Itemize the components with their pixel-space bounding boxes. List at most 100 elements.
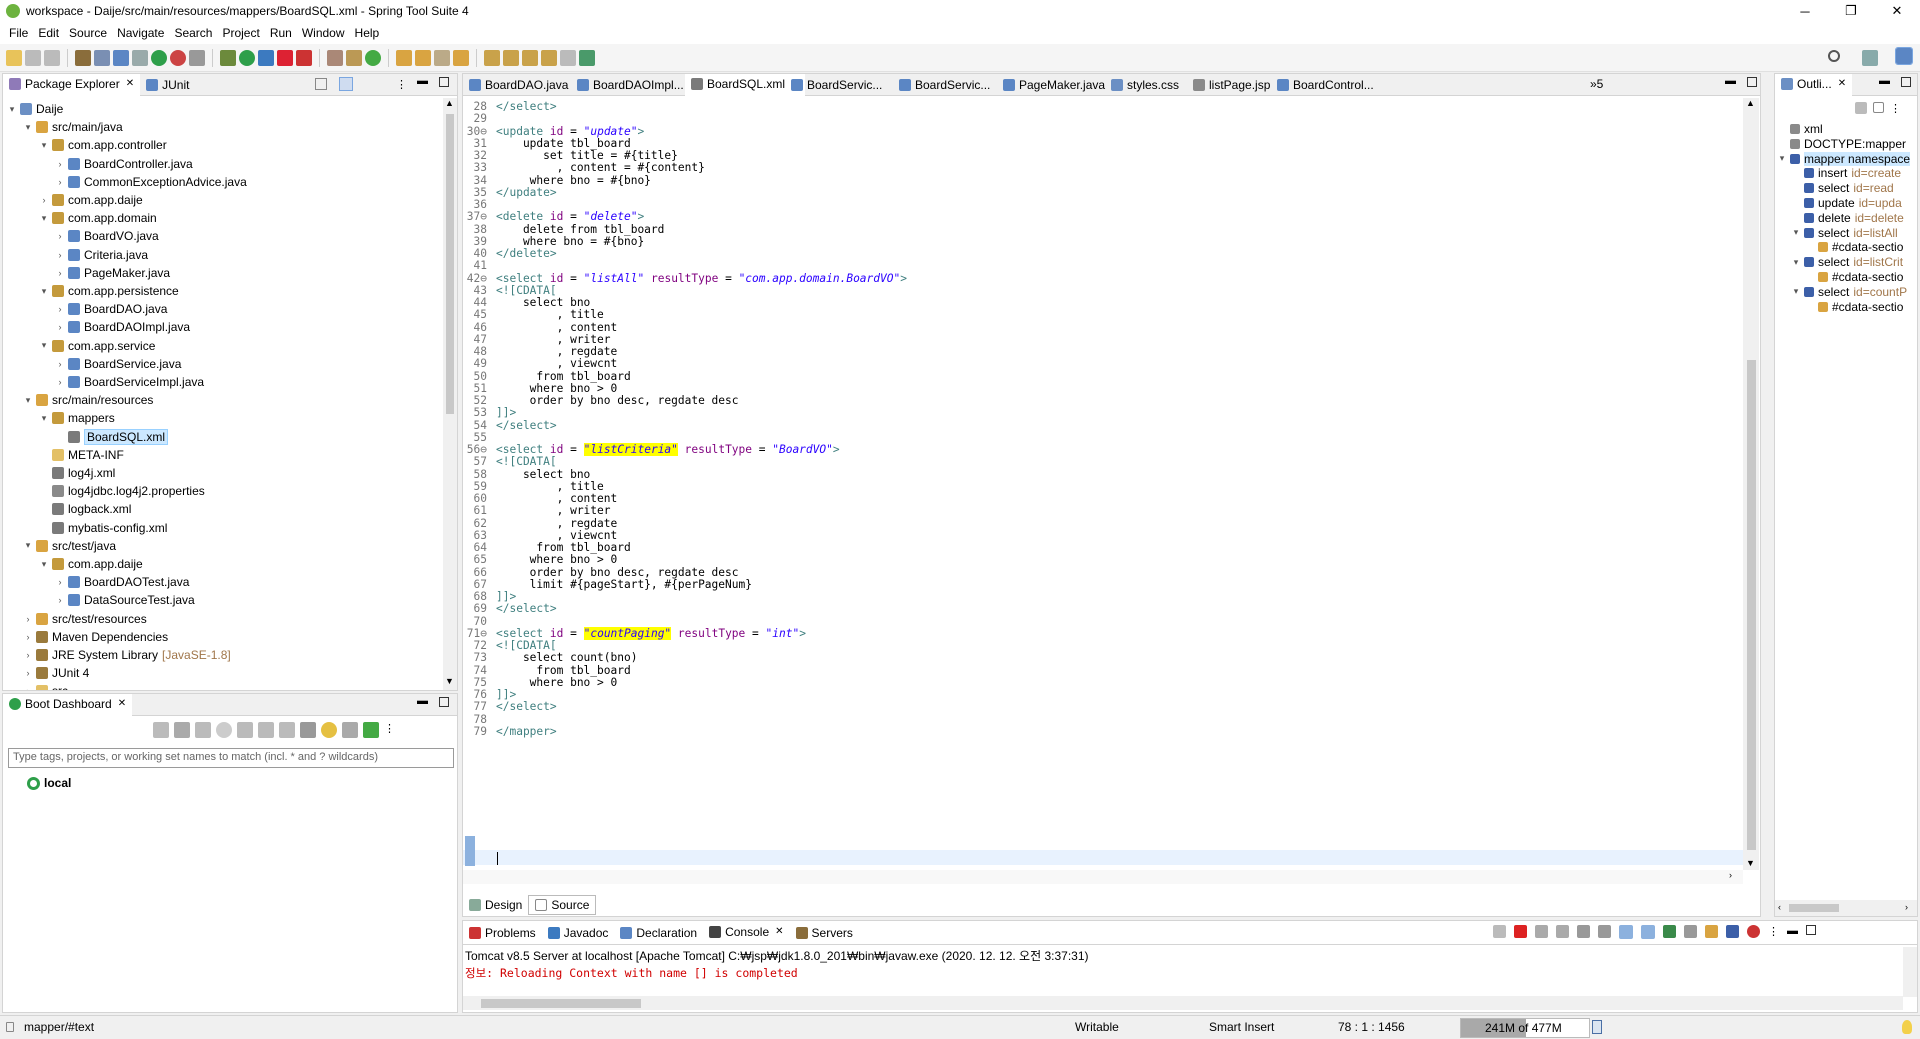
scrollbar-thumb[interactable] — [446, 114, 454, 414]
tab-overflow[interactable]: »5 — [1590, 77, 1603, 91]
editor-tab[interactable]: PageMaker.java — [997, 74, 1111, 96]
view-menu-icon[interactable]: ⋮ — [396, 78, 407, 91]
expand-toggle-icon[interactable]: › — [55, 359, 65, 369]
expand-toggle-icon[interactable]: › — [55, 595, 65, 605]
maximize-view-icon[interactable] — [439, 77, 449, 87]
new-server-icon[interactable] — [327, 49, 343, 66]
expand-toggle-icon[interactable]: ▾ — [39, 559, 49, 570]
tree-item[interactable]: › BoardVO.java — [55, 227, 159, 245]
expand-toggle-icon[interactable]: › — [55, 231, 65, 241]
open-console-icon[interactable] — [237, 722, 253, 738]
scroll-up-icon[interactable]: ▲ — [1746, 98, 1755, 108]
display-console-icon[interactable] — [1684, 925, 1697, 938]
tree-item[interactable]: ▾ src/main/resources — [23, 391, 154, 409]
pin-editor-icon[interactable] — [579, 49, 595, 66]
expand-toggle-icon[interactable]: › — [55, 577, 65, 587]
editor-tab[interactable]: BoardDAOImpl... — [571, 74, 690, 96]
tree-item[interactable]: › BoardDAO.java — [55, 300, 168, 318]
console-tab[interactable]: Declaration — [614, 922, 703, 944]
lightbulb-icon[interactable] — [1902, 1020, 1912, 1034]
show-stdout-icon[interactable] — [1619, 925, 1633, 939]
console-hscrollbar[interactable] — [463, 996, 1903, 1010]
stop-icon[interactable] — [277, 49, 293, 66]
menu-navigate[interactable]: Navigate — [112, 26, 169, 40]
edit-icon[interactable] — [279, 722, 295, 738]
tree-item[interactable]: ▾ src/test/java — [23, 537, 116, 555]
console-tab[interactable]: Problems — [463, 922, 542, 944]
clear-console-icon[interactable] — [1556, 925, 1569, 938]
search-icon[interactable] — [1828, 50, 1840, 62]
editor-hscrollbar[interactable]: › — [463, 870, 1743, 884]
close-icon[interactable]: ✕ — [118, 698, 126, 709]
boot-restart-icon[interactable] — [170, 49, 186, 66]
terminate-icon[interactable] — [1514, 925, 1527, 938]
tree-item[interactable]: › Criteria.java — [55, 246, 149, 264]
console-vscrollbar[interactable] — [1903, 947, 1917, 997]
tree-item[interactable]: logback.xml — [39, 500, 131, 518]
expand-toggle-icon[interactable]: ▾ — [23, 395, 33, 406]
debug-icon[interactable] — [174, 722, 190, 738]
open-browser-icon[interactable] — [258, 722, 274, 738]
forward-icon[interactable] — [560, 49, 576, 66]
skip-breakpoints-icon[interactable] — [132, 49, 148, 66]
last-edit-icon[interactable] — [522, 49, 538, 66]
filter-input[interactable]: Type tags, projects, or working set name… — [8, 748, 454, 768]
expand-toggle-icon[interactable]: ▾ — [23, 122, 33, 133]
expand-toggle-icon[interactable]: ▾ — [23, 540, 33, 551]
expand-toggle-icon[interactable]: ▾ — [1791, 227, 1801, 238]
java-perspective-icon[interactable] — [1895, 47, 1913, 65]
tree-item[interactable]: mybatis-config.xml — [39, 519, 167, 537]
tab-junit[interactable]: JUnit — [140, 74, 195, 96]
tree-item[interactable]: › JRE System Library [JavaSE-1.8] — [23, 646, 231, 664]
expand-toggle-icon[interactable]: › — [55, 322, 65, 332]
outline-item[interactable]: #cdata-sectio — [1805, 298, 1903, 316]
open-task-icon[interactable] — [415, 49, 431, 66]
expand-toggle-icon[interactable]: ▾ — [1777, 153, 1787, 164]
tab-source[interactable]: Source — [528, 895, 597, 915]
expand-toggle-icon[interactable]: › — [55, 304, 65, 314]
editor-vscrollbar[interactable]: ▲ ▼ — [1743, 98, 1759, 870]
console-tab[interactable]: Servers — [790, 922, 859, 944]
maximize-view-icon[interactable] — [1806, 925, 1816, 935]
minimize-view-icon[interactable]: ▬ — [1787, 925, 1798, 939]
tree-item[interactable]: › BoardDAOImpl.java — [55, 318, 191, 336]
garbage-collect-icon[interactable] — [1592, 1020, 1602, 1034]
stop-icon[interactable] — [195, 722, 211, 738]
minimize-button[interactable]: ─ — [1782, 0, 1828, 22]
minimize-editor-icon[interactable]: ▬ — [1725, 75, 1736, 87]
tree-item[interactable]: › CommonExceptionAdvice.java — [55, 173, 247, 191]
tree-item[interactable]: › DataSourceTest.java — [55, 591, 195, 609]
tree-item[interactable]: ▾ com.app.domain — [39, 209, 157, 227]
editor-tab[interactable]: BoardControl... — [1271, 74, 1380, 96]
local-target[interactable]: local — [27, 776, 71, 790]
tree-scrollbar[interactable]: ▲ ▼ — [443, 98, 457, 690]
new-bean-icon[interactable] — [346, 49, 362, 66]
scroll-down-icon[interactable]: ▼ — [445, 676, 454, 686]
annotation-icon[interactable] — [453, 49, 469, 66]
expand-toggle-icon[interactable]: › — [23, 650, 33, 660]
open-perspective-icon[interactable] — [1862, 50, 1878, 66]
scroll-left-icon[interactable]: ‹ — [1778, 902, 1781, 912]
tree-item[interactable]: ▾ com.app.service — [39, 337, 156, 355]
tree-item[interactable]: META-INF — [39, 446, 124, 464]
editor-tab[interactable]: BoardServic... — [785, 74, 888, 96]
open-type-icon[interactable] — [94, 49, 110, 66]
open-folder-icon[interactable] — [396, 49, 412, 66]
minimize-view-icon[interactable]: ▬ — [417, 695, 428, 707]
tree-item[interactable]: › com.app.daije — [39, 191, 143, 209]
new-class-icon[interactable] — [365, 49, 381, 66]
show-stderr-icon[interactable] — [1641, 925, 1655, 939]
scroll-down-icon[interactable]: ▼ — [1746, 858, 1755, 868]
maximize-button[interactable]: ❐ — [1828, 0, 1874, 22]
save-all-icon[interactable] — [44, 49, 60, 66]
tree-item[interactable]: › BoardService.java — [55, 355, 182, 373]
expand-toggle-icon[interactable]: › — [55, 250, 65, 260]
close-icon[interactable]: ✕ — [775, 926, 783, 937]
expand-toggle-icon[interactable]: › — [23, 686, 33, 690]
tree-item[interactable]: › Maven Dependencies — [23, 628, 169, 646]
boot-run-icon[interactable] — [151, 49, 167, 66]
scrollbar-thumb[interactable] — [1747, 360, 1756, 850]
menu-search[interactable]: Search — [169, 26, 217, 40]
open-console-icon[interactable] — [1705, 925, 1718, 938]
tree-item[interactable]: › BoardServiceImpl.java — [55, 373, 205, 391]
